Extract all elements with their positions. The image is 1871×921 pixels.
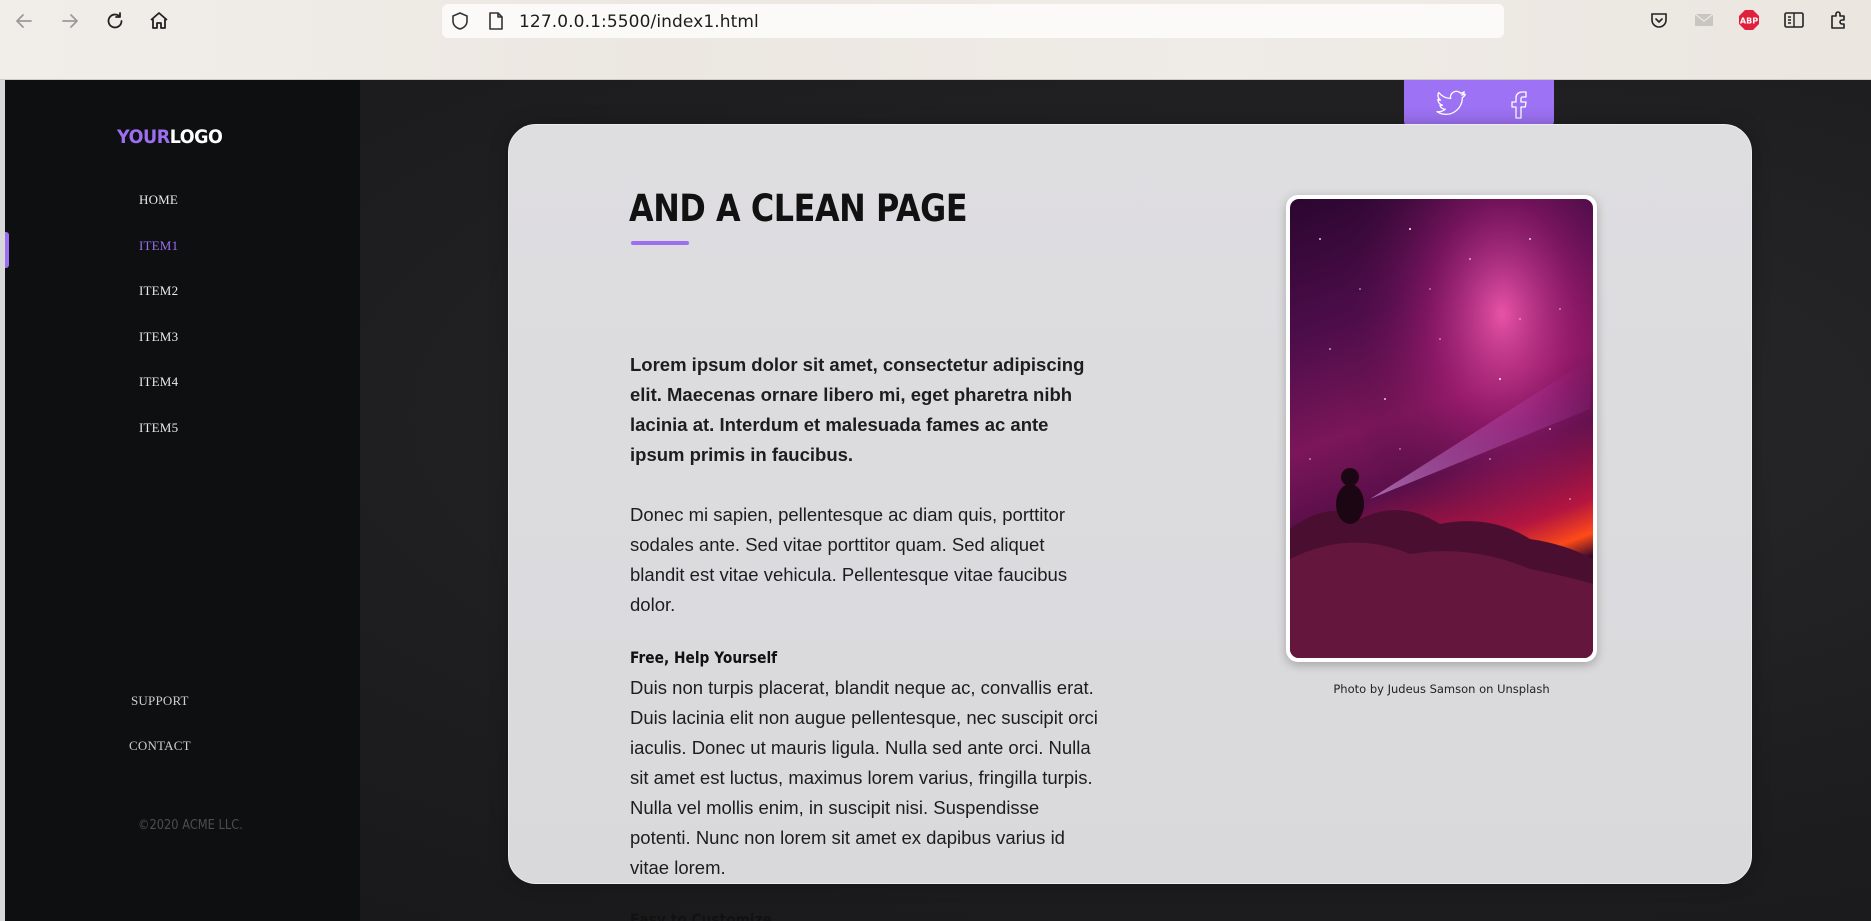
body-paragraph: Donec mi sapien, pellentesque ac diam qu… bbox=[630, 504, 1068, 615]
section-heading-customize: Easy to Customize bbox=[630, 910, 772, 921]
photo-caption: Photo by Judeus Samson on Unsplash bbox=[1333, 682, 1550, 696]
reload-icon bbox=[107, 12, 123, 29]
forward-button[interactable] bbox=[57, 8, 83, 34]
pocket-icon[interactable] bbox=[1647, 8, 1671, 32]
mail-icon[interactable] bbox=[1692, 8, 1716, 32]
url-text: 127.0.0.1:5500/index1.html bbox=[519, 12, 759, 32]
back-button[interactable] bbox=[11, 8, 37, 34]
contact-link[interactable]: CONTACT bbox=[129, 738, 191, 754]
social-bar bbox=[1404, 80, 1554, 127]
home-button[interactable] bbox=[146, 8, 172, 34]
forward-arrow-icon bbox=[62, 14, 78, 28]
photo-frame bbox=[1286, 195, 1597, 662]
page-info-icon[interactable] bbox=[487, 11, 505, 36]
nav-item-item2[interactable]: ITEM2 bbox=[139, 283, 178, 299]
adblock-icon[interactable]: ABP bbox=[1737, 8, 1761, 32]
active-indicator bbox=[5, 232, 9, 268]
nav-item-item1[interactable]: ITEM1 bbox=[139, 238, 178, 254]
facebook-icon[interactable] bbox=[1502, 87, 1536, 121]
section-heading-free: Free, Help Yourself bbox=[630, 648, 778, 667]
reader-view-icon[interactable] bbox=[1782, 8, 1806, 32]
svg-text:ABP: ABP bbox=[1740, 17, 1758, 26]
title-underline bbox=[631, 241, 689, 245]
logo-part-your: YOUR bbox=[117, 126, 170, 148]
milky-way-photo bbox=[1290, 199, 1593, 658]
site-logo[interactable]: YOURLOGO bbox=[117, 126, 223, 148]
support-link[interactable]: SUPPORT bbox=[131, 693, 189, 709]
extensions-icon[interactable] bbox=[1827, 8, 1851, 32]
nav-item-item4[interactable]: ITEM4 bbox=[139, 374, 178, 390]
logo-part-logo: LOGO bbox=[169, 126, 223, 148]
lead-paragraph: Lorem ipsum dolor sit amet, consectetur … bbox=[630, 354, 1085, 465]
nav-item-item3[interactable]: ITEM3 bbox=[139, 329, 178, 345]
nav-item-home[interactable]: HOME bbox=[139, 192, 178, 208]
nav-item-item5[interactable]: ITEM5 bbox=[139, 420, 178, 436]
reload-button[interactable] bbox=[102, 8, 128, 34]
sidebar: YOURLOGO HOME ITEM1 ITEM2 ITEM3 ITEM4 IT… bbox=[5, 80, 360, 921]
section-text-free: Duis non turpis placerat, blandit neque … bbox=[630, 677, 1098, 878]
home-icon bbox=[150, 12, 168, 29]
copyright-text: ©2020 ACME LLC. bbox=[138, 818, 243, 833]
twitter-icon[interactable] bbox=[1434, 87, 1468, 121]
page-title: AND A CLEAN PAGE bbox=[629, 187, 968, 230]
browser-toolbar: 127.0.0.1:5500/index1.html ABP bbox=[0, 0, 1871, 80]
back-arrow-icon bbox=[16, 14, 32, 28]
address-bar[interactable]: 127.0.0.1:5500/index1.html bbox=[442, 4, 1504, 38]
shield-icon[interactable] bbox=[450, 11, 470, 36]
